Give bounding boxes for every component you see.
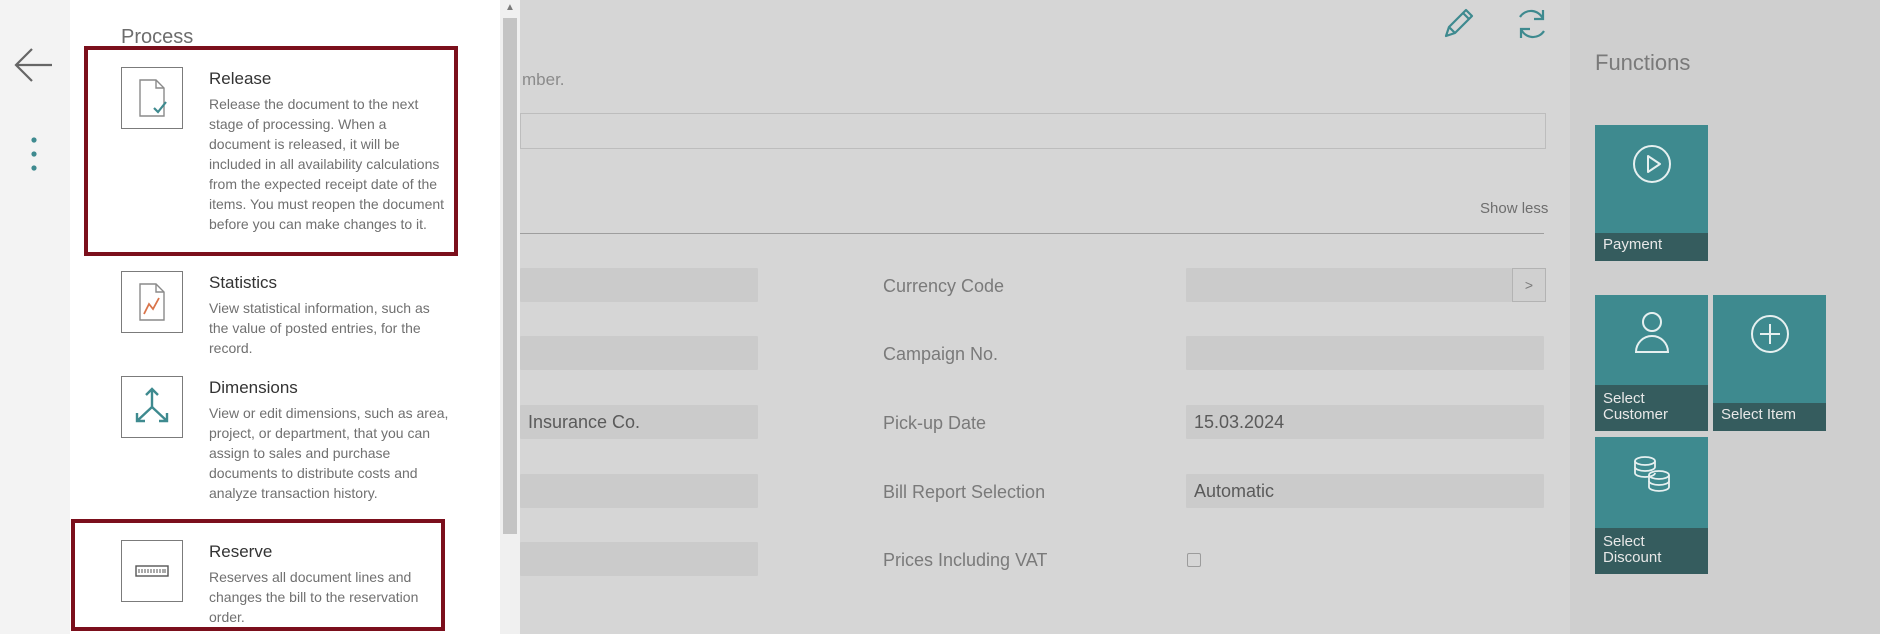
actions-panel: Process Release Release the document to … <box>70 0 520 634</box>
select-customer-tile-label: Select Customer <box>1595 385 1708 431</box>
navigation-rail <box>0 0 70 634</box>
section-divider <box>520 233 1544 234</box>
currency-lookup-button[interactable]: > <box>1512 268 1546 302</box>
left-field-3[interactable]: Insurance Co. <box>520 405 758 439</box>
person-icon <box>1634 312 1670 353</box>
prices-including-vat-checkbox[interactable] <box>1187 553 1201 567</box>
dimensions-title: Dimensions <box>209 378 298 397</box>
currency-code-label: Currency Code <box>883 276 1005 296</box>
dimensions-action[interactable]: Dimensions View or edit dimensions, such… <box>121 376 471 516</box>
left-field-2[interactable] <box>520 336 758 370</box>
scrollbar-thumb[interactable] <box>503 18 517 534</box>
select-item-tile-label: Select Item <box>1713 403 1826 431</box>
dimensions-arrows-icon <box>121 376 183 438</box>
select-item-tile[interactable]: Select Item <box>1713 295 1826 431</box>
functions-pane: Functions Payment Select Customer Select… <box>1570 0 1880 634</box>
coins-icon <box>1634 456 1670 492</box>
campaign-no-field[interactable] <box>1186 336 1544 370</box>
more-vertical-icon[interactable] <box>28 136 40 178</box>
play-circle-icon <box>1633 145 1671 183</box>
payment-tile-label: Payment <box>1595 233 1708 261</box>
reserve-highlight <box>71 519 445 631</box>
select-discount-tile-label: Select Discount <box>1595 528 1708 574</box>
select-discount-tile[interactable]: Select Discount <box>1595 437 1708 574</box>
statistics-title: Statistics <box>209 273 278 292</box>
currency-code-field[interactable] <box>1186 268 1512 302</box>
statistics-chart-icon <box>121 271 183 333</box>
release-highlight <box>84 46 458 256</box>
statistics-description: View statistical information, such as th… <box>209 300 430 356</box>
prices-including-vat-label: Prices Including VAT <box>883 550 1048 570</box>
hint-text: mber. <box>522 70 565 89</box>
edit-pencil-icon[interactable] <box>1438 4 1478 44</box>
left-field-4[interactable] <box>520 474 758 508</box>
left-field-5[interactable] <box>520 542 758 576</box>
show-less-link[interactable]: Show less <box>1480 200 1548 217</box>
refresh-icon[interactable] <box>1512 4 1552 44</box>
bill-report-selection-field[interactable]: Automatic <box>1186 474 1544 508</box>
select-customer-tile[interactable]: Select Customer <box>1595 295 1708 431</box>
scroll-up-icon[interactable]: ▲ <box>503 2 517 16</box>
payment-tile[interactable]: Payment <box>1595 125 1708 261</box>
statistics-action[interactable]: Statistics View statistical information,… <box>121 271 471 361</box>
functions-title: Functions <box>1595 50 1691 75</box>
dimensions-description: View or edit dimensions, such as area, p… <box>209 405 449 501</box>
campaign-no-label: Campaign No. <box>883 344 999 364</box>
left-field-1[interactable] <box>520 268 758 302</box>
pickup-date-field[interactable]: 15.03.2024 <box>1186 405 1544 439</box>
bill-report-selection-label: Bill Report Selection <box>883 482 1046 502</box>
plus-circle-icon <box>1751 315 1789 353</box>
document-number-field[interactable] <box>520 113 1546 149</box>
pickup-date-label: Pick-up Date <box>883 413 987 433</box>
back-arrow-icon[interactable] <box>12 44 56 88</box>
